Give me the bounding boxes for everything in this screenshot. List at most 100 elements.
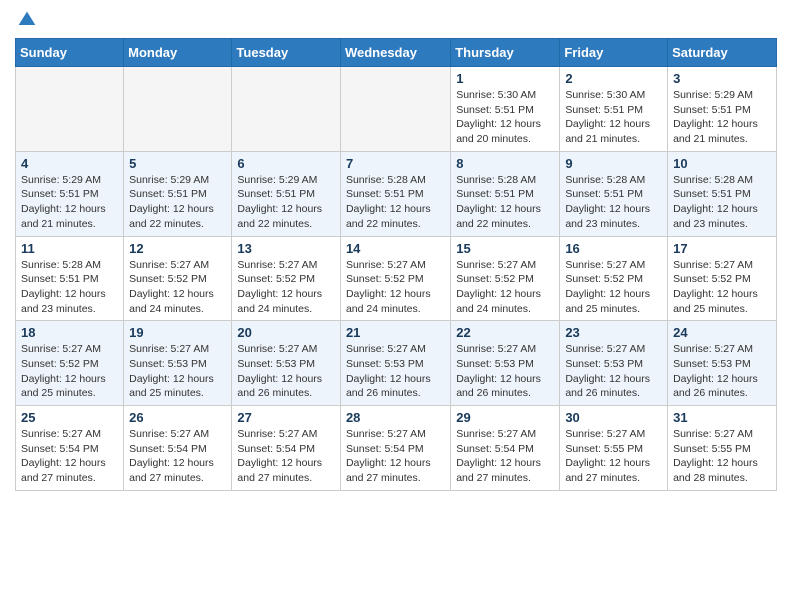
logo-icon bbox=[17, 10, 37, 30]
calendar-cell bbox=[16, 67, 124, 152]
calendar-cell: 22 Sunrise: 5:27 AMSunset: 5:53 PMDayligh… bbox=[451, 321, 560, 406]
day-number: 12 bbox=[129, 241, 226, 256]
calendar-table: SundayMondayTuesdayWednesdayThursdayFrid… bbox=[15, 38, 777, 491]
calendar-cell: 23Sunrise: 5:27 AMSunset: 5:53 PMDayligh… bbox=[560, 321, 668, 406]
calendar-cell: 10 Sunrise: 5:28 AMSunset: 5:51 PMDayligh… bbox=[668, 151, 777, 236]
day-cell-content: Sunrise: 5:27 AMSunset: 5:54 PMDaylight:… bbox=[237, 427, 335, 486]
calendar-week-row: 4 Sunrise: 5:29 AMSunset: 5:51 PMDaylight… bbox=[16, 151, 777, 236]
day-cell-content: Sunrise: 5:27 AMSunset: 5:52 PMDaylight:… bbox=[456, 258, 554, 317]
day-cell-content: Sunrise: 5:28 AMSunset: 5:51 PMDaylight:… bbox=[565, 173, 662, 232]
day-cell-content: Sunrise: 5:29 AMSunset: 5:51 PMDaylight:… bbox=[21, 173, 118, 232]
day-cell-content: Sunrise: 5:27 AMSunset: 5:52 PMDaylight:… bbox=[237, 258, 335, 317]
day-number: 25 bbox=[21, 410, 118, 425]
calendar-cell: 30Sunrise: 5:27 AMSunset: 5:55 PMDayligh… bbox=[560, 406, 668, 491]
day-number: 24 bbox=[673, 325, 771, 340]
day-number: 27 bbox=[237, 410, 335, 425]
day-cell-content: Sunrise: 5:30 AMSunset: 5:51 PMDaylight:… bbox=[456, 88, 554, 147]
calendar-cell: 13 Sunrise: 5:27 AMSunset: 5:52 PMDayligh… bbox=[232, 236, 341, 321]
day-number: 11 bbox=[21, 241, 118, 256]
calendar-cell: 17 Sunrise: 5:27 AMSunset: 5:52 PMDayligh… bbox=[668, 236, 777, 321]
day-number: 4 bbox=[21, 156, 118, 171]
day-cell-content: Sunrise: 5:27 AMSunset: 5:54 PMDaylight:… bbox=[129, 427, 226, 486]
calendar-cell bbox=[232, 67, 341, 152]
calendar-cell: 5 Sunrise: 5:29 AMSunset: 5:51 PMDaylight… bbox=[124, 151, 232, 236]
calendar-cell: 31 Sunrise: 5:27 AMSunset: 5:55 PMDayligh… bbox=[668, 406, 777, 491]
calendar-week-row: 25 Sunrise: 5:27 AMSunset: 5:54 PMDayligh… bbox=[16, 406, 777, 491]
page-container: SundayMondayTuesdayWednesdayThursdayFrid… bbox=[0, 0, 792, 506]
day-cell-content: Sunrise: 5:27 AMSunset: 5:55 PMDaylight:… bbox=[673, 427, 771, 486]
weekday-header-sunday: Sunday bbox=[16, 39, 124, 67]
day-cell-content: Sunrise: 5:28 AMSunset: 5:51 PMDaylight:… bbox=[346, 173, 445, 232]
logo bbox=[15, 10, 37, 30]
day-number: 31 bbox=[673, 410, 771, 425]
day-number: 28 bbox=[346, 410, 445, 425]
calendar-cell: 26 Sunrise: 5:27 AMSunset: 5:54 PMDayligh… bbox=[124, 406, 232, 491]
day-number: 15 bbox=[456, 241, 554, 256]
weekday-header-monday: Monday bbox=[124, 39, 232, 67]
day-cell-content: Sunrise: 5:29 AMSunset: 5:51 PMDaylight:… bbox=[129, 173, 226, 232]
day-number: 10 bbox=[673, 156, 771, 171]
day-cell-content: Sunrise: 5:27 AMSunset: 5:52 PMDaylight:… bbox=[346, 258, 445, 317]
day-cell-content: Sunrise: 5:27 AMSunset: 5:53 PMDaylight:… bbox=[237, 342, 335, 401]
calendar-cell: 27 Sunrise: 5:27 AMSunset: 5:54 PMDayligh… bbox=[232, 406, 341, 491]
day-number: 6 bbox=[237, 156, 335, 171]
weekday-header-tuesday: Tuesday bbox=[232, 39, 341, 67]
calendar-cell: 18 Sunrise: 5:27 AMSunset: 5:52 PMDayligh… bbox=[16, 321, 124, 406]
day-cell-content: Sunrise: 5:27 AMSunset: 5:54 PMDaylight:… bbox=[21, 427, 118, 486]
day-number: 7 bbox=[346, 156, 445, 171]
day-cell-content: Sunrise: 5:27 AMSunset: 5:53 PMDaylight:… bbox=[456, 342, 554, 401]
day-cell-content: Sunrise: 5:28 AMSunset: 5:51 PMDaylight:… bbox=[673, 173, 771, 232]
day-cell-content: Sunrise: 5:27 AMSunset: 5:52 PMDaylight:… bbox=[565, 258, 662, 317]
day-cell-content: Sunrise: 5:27 AMSunset: 5:53 PMDaylight:… bbox=[673, 342, 771, 401]
day-number: 2 bbox=[565, 71, 662, 86]
day-number: 3 bbox=[673, 71, 771, 86]
calendar-cell: 24 Sunrise: 5:27 AMSunset: 5:53 PMDayligh… bbox=[668, 321, 777, 406]
page-header bbox=[15, 10, 777, 30]
day-number: 5 bbox=[129, 156, 226, 171]
calendar-cell: 6 Sunrise: 5:29 AMSunset: 5:51 PMDaylight… bbox=[232, 151, 341, 236]
day-number: 29 bbox=[456, 410, 554, 425]
weekday-header-thursday: Thursday bbox=[451, 39, 560, 67]
calendar-cell: 12 Sunrise: 5:27 AMSunset: 5:52 PMDayligh… bbox=[124, 236, 232, 321]
day-cell-content: Sunrise: 5:27 AMSunset: 5:53 PMDaylight:… bbox=[129, 342, 226, 401]
calendar-week-row: 18 Sunrise: 5:27 AMSunset: 5:52 PMDayligh… bbox=[16, 321, 777, 406]
day-number: 18 bbox=[21, 325, 118, 340]
calendar-cell: 29 Sunrise: 5:27 AMSunset: 5:54 PMDayligh… bbox=[451, 406, 560, 491]
day-cell-content: Sunrise: 5:27 AMSunset: 5:52 PMDaylight:… bbox=[673, 258, 771, 317]
calendar-cell: 4 Sunrise: 5:29 AMSunset: 5:51 PMDaylight… bbox=[16, 151, 124, 236]
day-number: 16 bbox=[565, 241, 662, 256]
day-number: 1 bbox=[456, 71, 554, 86]
day-number: 22 bbox=[456, 325, 554, 340]
calendar-cell: 16 Sunrise: 5:27 AMSunset: 5:52 PMDayligh… bbox=[560, 236, 668, 321]
weekday-header-row: SundayMondayTuesdayWednesdayThursdayFrid… bbox=[16, 39, 777, 67]
day-cell-content: Sunrise: 5:27 AMSunset: 5:53 PMDaylight:… bbox=[565, 342, 662, 401]
day-number: 13 bbox=[237, 241, 335, 256]
weekday-header-saturday: Saturday bbox=[668, 39, 777, 67]
day-number: 9 bbox=[565, 156, 662, 171]
day-number: 8 bbox=[456, 156, 554, 171]
day-cell-content: Sunrise: 5:27 AMSunset: 5:52 PMDaylight:… bbox=[129, 258, 226, 317]
day-number: 26 bbox=[129, 410, 226, 425]
calendar-cell: 28Sunrise: 5:27 AMSunset: 5:54 PMDayligh… bbox=[340, 406, 450, 491]
day-cell-content: Sunrise: 5:29 AMSunset: 5:51 PMDaylight:… bbox=[237, 173, 335, 232]
weekday-header-friday: Friday bbox=[560, 39, 668, 67]
day-cell-content: Sunrise: 5:28 AMSunset: 5:51 PMDaylight:… bbox=[21, 258, 118, 317]
day-cell-content: Sunrise: 5:29 AMSunset: 5:51 PMDaylight:… bbox=[673, 88, 771, 147]
day-cell-content: Sunrise: 5:27 AMSunset: 5:53 PMDaylight:… bbox=[346, 342, 445, 401]
weekday-header-wednesday: Wednesday bbox=[340, 39, 450, 67]
day-cell-content: Sunrise: 5:28 AMSunset: 5:51 PMDaylight:… bbox=[456, 173, 554, 232]
day-cell-content: Sunrise: 5:27 AMSunset: 5:52 PMDaylight:… bbox=[21, 342, 118, 401]
day-number: 17 bbox=[673, 241, 771, 256]
calendar-cell: 20 Sunrise: 5:27 AMSunset: 5:53 PMDayligh… bbox=[232, 321, 341, 406]
calendar-cell: 11 Sunrise: 5:28 AMSunset: 5:51 PMDayligh… bbox=[16, 236, 124, 321]
calendar-cell: 21Sunrise: 5:27 AMSunset: 5:53 PMDayligh… bbox=[340, 321, 450, 406]
calendar-week-row: 11 Sunrise: 5:28 AMSunset: 5:51 PMDayligh… bbox=[16, 236, 777, 321]
calendar-cell: 2Sunrise: 5:30 AMSunset: 5:51 PMDaylight… bbox=[560, 67, 668, 152]
day-cell-content: Sunrise: 5:27 AMSunset: 5:54 PMDaylight:… bbox=[456, 427, 554, 486]
day-number: 19 bbox=[129, 325, 226, 340]
calendar-cell: 25 Sunrise: 5:27 AMSunset: 5:54 PMDayligh… bbox=[16, 406, 124, 491]
calendar-cell bbox=[124, 67, 232, 152]
calendar-cell: 7 Sunrise: 5:28 AMSunset: 5:51 PMDaylight… bbox=[340, 151, 450, 236]
calendar-cell: 15 Sunrise: 5:27 AMSunset: 5:52 PMDayligh… bbox=[451, 236, 560, 321]
day-number: 20 bbox=[237, 325, 335, 340]
